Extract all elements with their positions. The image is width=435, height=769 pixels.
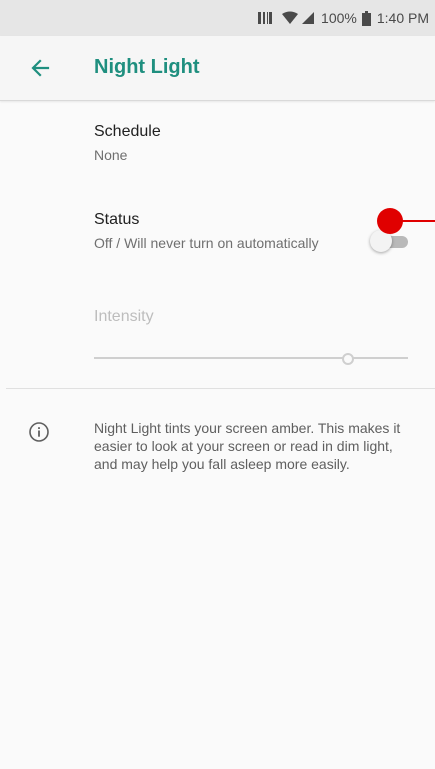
app-bar: Night Light	[0, 36, 435, 101]
page-title: Night Light	[94, 56, 200, 78]
signal-icon	[301, 11, 315, 25]
scanner-icon	[257, 11, 273, 25]
status-title: Status	[94, 211, 140, 228]
slider-track	[94, 357, 408, 359]
wifi-icon	[281, 11, 299, 25]
divider	[6, 388, 435, 389]
status-bar: 100% 1:40 PM	[0, 0, 435, 36]
back-arrow-icon	[31, 59, 50, 77]
status-summary: Off / Will never turn on automatically	[94, 235, 319, 251]
tap-indicator-line	[400, 220, 435, 222]
info-icon	[29, 422, 49, 442]
slider-thumb[interactable]	[342, 353, 354, 365]
night-light-description: Night Light tints your screen amber. Thi…	[94, 420, 401, 472]
back-button[interactable]	[26, 54, 54, 82]
intensity-title: Intensity	[94, 308, 154, 325]
schedule-preference[interactable]: Schedule None	[94, 122, 394, 164]
battery-percent: 100%	[321, 10, 357, 26]
schedule-summary: None	[94, 147, 128, 163]
intensity-preference: Intensity	[94, 308, 154, 326]
battery-icon	[361, 10, 371, 26]
schedule-title: Schedule	[94, 123, 161, 140]
intensity-slider[interactable]	[94, 352, 408, 365]
clock: 1:40 PM	[376, 10, 429, 26]
status-preference[interactable]: Status Off / Will never turn on automati…	[94, 210, 324, 252]
